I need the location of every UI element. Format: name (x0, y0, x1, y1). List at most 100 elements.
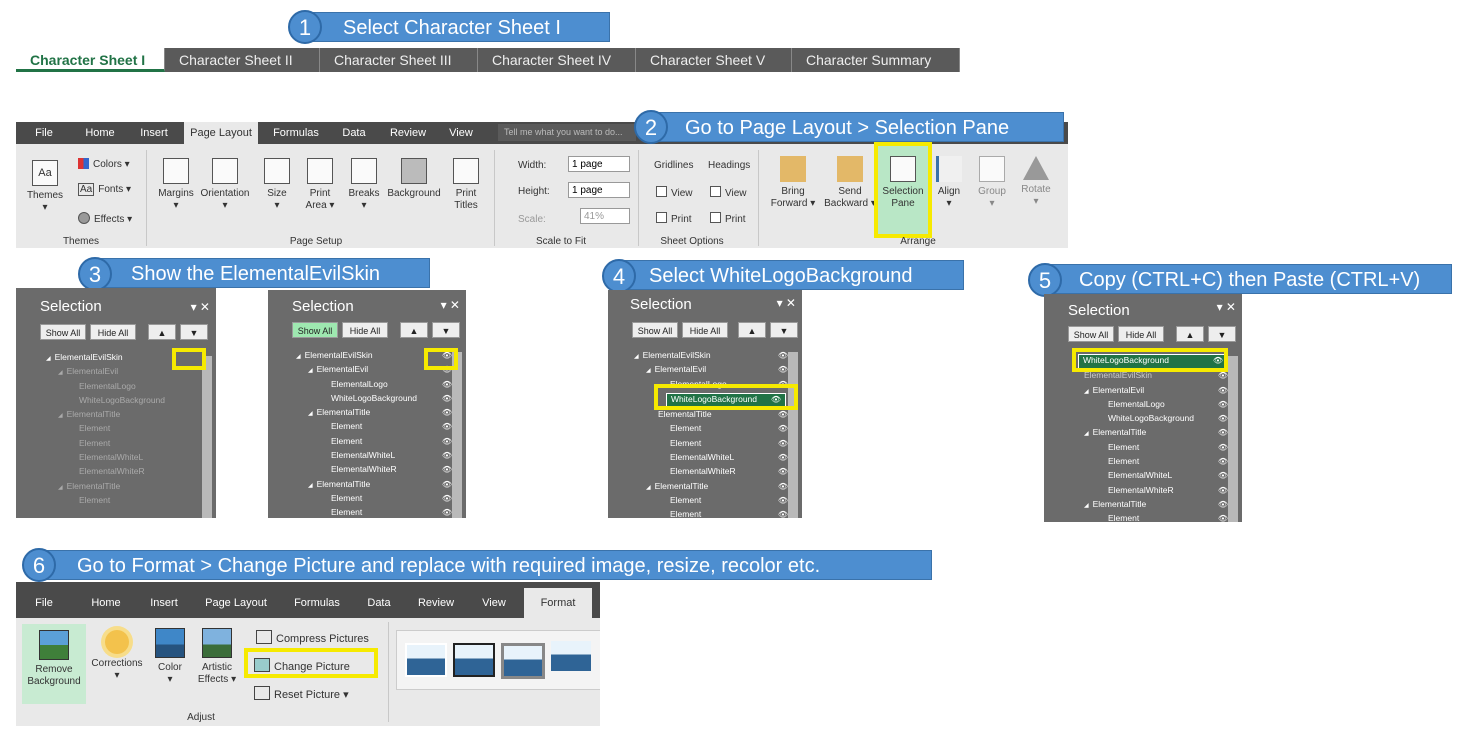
bring-forward-icon[interactable]: ▲ (738, 322, 766, 338)
tab-character-sheet-5[interactable]: Character Sheet V (636, 48, 792, 72)
ribbon-tab-formulas[interactable]: Formulas (286, 582, 348, 618)
eye-icon[interactable]: 👁 (1218, 371, 1228, 380)
list-item[interactable]: ElementalTitle 👁 (608, 409, 802, 423)
picture-style-thumbnail[interactable] (405, 643, 447, 677)
list-item[interactable]: WhiteLogoBackground 👁 (268, 393, 466, 407)
list-item[interactable]: Element 👁 (1044, 513, 1242, 522)
eye-icon[interactable]: 👁 (442, 508, 452, 517)
list-item[interactable]: ElementalWhiteL (16, 452, 216, 466)
eye-icon[interactable]: 👁 (442, 380, 452, 389)
eye-icon[interactable]: 👁 (1218, 486, 1228, 495)
tell-me-box[interactable]: Tell me what you want to do... (498, 124, 636, 141)
eye-icon[interactable]: 👁 (442, 451, 452, 460)
group-button[interactable]: Group ▾ (976, 156, 1008, 210)
list-item[interactable]: ◢ ElementalEvil 👁 (1044, 385, 1242, 399)
eye-icon[interactable]: 👁 (778, 467, 788, 476)
reset-picture-button[interactable]: Reset Picture ▾ (254, 686, 349, 701)
eye-icon[interactable]: 👁 (442, 465, 452, 474)
ribbon-tab-home[interactable]: Home (78, 122, 122, 144)
list-item[interactable]: WhiteLogoBackground (16, 395, 216, 409)
send-backward-icon[interactable]: ▼ (432, 322, 460, 338)
eye-icon[interactable]: 👁 (778, 453, 788, 462)
gridlines-print-checkbox[interactable]: Print (656, 212, 692, 225)
list-item[interactable]: ◢ ElementalTitle 👁 (268, 407, 466, 421)
list-item[interactable]: ElementalEvilSkin 👁 (1044, 370, 1242, 384)
bring-forward-icon[interactable]: ▲ (400, 322, 428, 338)
list-item[interactable]: Element 👁 (1044, 442, 1242, 456)
list-item[interactable]: ElementalWhiteR 👁 (608, 466, 802, 480)
gridlines-view-checkbox[interactable]: View (656, 186, 693, 199)
list-item[interactable]: ElementalWhiteL 👁 (608, 452, 802, 466)
ribbon-tab-view[interactable]: View (442, 122, 480, 144)
list-item[interactable]: ◢ ElementalTitle 👁 (1044, 499, 1242, 513)
background-button[interactable]: Background (386, 158, 442, 200)
color-button[interactable]: Color ▾ (152, 628, 188, 686)
eye-icon[interactable]: 👁 (778, 496, 788, 505)
eye-icon[interactable]: 👁 (778, 424, 788, 433)
send-backward-icon[interactable]: ▼ (770, 322, 798, 338)
list-item[interactable]: ElementalLogo 👁 (268, 379, 466, 393)
show-all-button[interactable]: Show All (292, 322, 338, 338)
eye-icon[interactable]: 👁 (1218, 471, 1228, 480)
list-item[interactable]: ElementalWhiteR 👁 (1044, 485, 1242, 499)
list-item[interactable]: Element 👁 (268, 507, 466, 518)
eye-icon[interactable]: 👁 (1218, 428, 1228, 437)
print-area-button[interactable]: Print Area ▾ (302, 158, 338, 212)
pane-close-icon[interactable]: ▾ ✕ (191, 300, 210, 314)
list-item[interactable]: ◢ ElementalTitle 👁 (608, 481, 802, 495)
tab-character-sheet-1[interactable]: Character Sheet I (16, 48, 165, 72)
hide-all-button[interactable]: Hide All (1118, 326, 1164, 342)
ribbon-tab-review[interactable]: Review (410, 582, 462, 618)
pane-close-icon[interactable]: ▾ ✕ (1217, 300, 1236, 314)
eye-icon[interactable]: 👁 (1218, 414, 1228, 423)
width-dropdown[interactable]: 1 page (568, 156, 630, 172)
eye-icon[interactable]: 👁 (778, 439, 788, 448)
hide-all-button[interactable]: Hide All (90, 324, 136, 340)
bring-forward-button[interactable]: Bring Forward ▾ (768, 156, 818, 210)
eye-icon[interactable]: 👁 (778, 510, 788, 518)
list-item[interactable]: Element 👁 (1044, 456, 1242, 470)
show-all-button[interactable]: Show All (632, 322, 678, 338)
colors-button[interactable]: Colors ▾ (78, 158, 130, 170)
ribbon-tab-data[interactable]: Data (334, 122, 374, 144)
list-item[interactable]: ◢ ElementalEvilSkin 👁 (608, 350, 802, 364)
fonts-button[interactable]: Aa Fonts ▾ (78, 183, 131, 196)
remove-background-button[interactable]: Remove Background (22, 624, 86, 704)
list-item[interactable]: ◢ ElementalTitle 👁 (1044, 427, 1242, 441)
ribbon-tab-review[interactable]: Review (384, 122, 432, 144)
hide-all-button[interactable]: Hide All (342, 322, 388, 338)
list-item[interactable]: Element 👁 (268, 421, 466, 435)
hide-all-button[interactable]: Hide All (682, 322, 728, 338)
list-item[interactable]: ElementalLogo (16, 381, 216, 395)
themes-button[interactable]: Aa Themes ▾ (24, 160, 66, 214)
list-item[interactable]: Element 👁 (608, 495, 802, 509)
eye-icon[interactable]: 👁 (442, 422, 452, 431)
tab-character-sheet-2[interactable]: Character Sheet II (165, 48, 320, 72)
height-dropdown[interactable]: 1 page (568, 182, 630, 198)
list-item[interactable]: ElementalWhiteL 👁 (268, 450, 466, 464)
ribbon-tab-view[interactable]: View (474, 582, 514, 618)
eye-icon[interactable]: 👁 (1218, 443, 1228, 452)
list-item[interactable]: Element 👁 (608, 438, 802, 452)
ribbon-tab-page-layout[interactable]: Page Layout (200, 582, 272, 618)
picture-style-thumbnail[interactable] (453, 643, 495, 677)
scale-input[interactable]: 41% (580, 208, 630, 224)
list-item[interactable]: Element (16, 423, 216, 437)
headings-print-checkbox[interactable]: Print (710, 212, 746, 225)
list-item[interactable]: Element 👁 (268, 436, 466, 450)
ribbon-tab-file[interactable]: File (24, 582, 64, 618)
ribbon-tab-formulas[interactable]: Formulas (268, 122, 324, 144)
eye-icon[interactable]: 👁 (1218, 400, 1228, 409)
send-backward-icon[interactable]: ▼ (1208, 326, 1236, 342)
breaks-button[interactable]: Breaks ▾ (346, 158, 382, 212)
pane-close-icon[interactable]: ▾ ✕ (441, 298, 460, 312)
bring-forward-icon[interactable]: ▲ (1176, 326, 1204, 342)
send-backward-button[interactable]: Send Backward ▾ (822, 156, 878, 210)
tab-character-sheet-3[interactable]: Character Sheet III (320, 48, 478, 72)
list-item[interactable]: ElementalLogo 👁 (1044, 399, 1242, 413)
eye-icon[interactable]: 👁 (1218, 500, 1228, 509)
show-all-button[interactable]: Show All (40, 324, 86, 340)
eye-icon[interactable]: 👁 (778, 410, 788, 419)
list-item[interactable]: ◢ ElementalEvil 👁 (608, 364, 802, 378)
ribbon-tab-page-layout[interactable]: Page Layout (184, 122, 258, 144)
